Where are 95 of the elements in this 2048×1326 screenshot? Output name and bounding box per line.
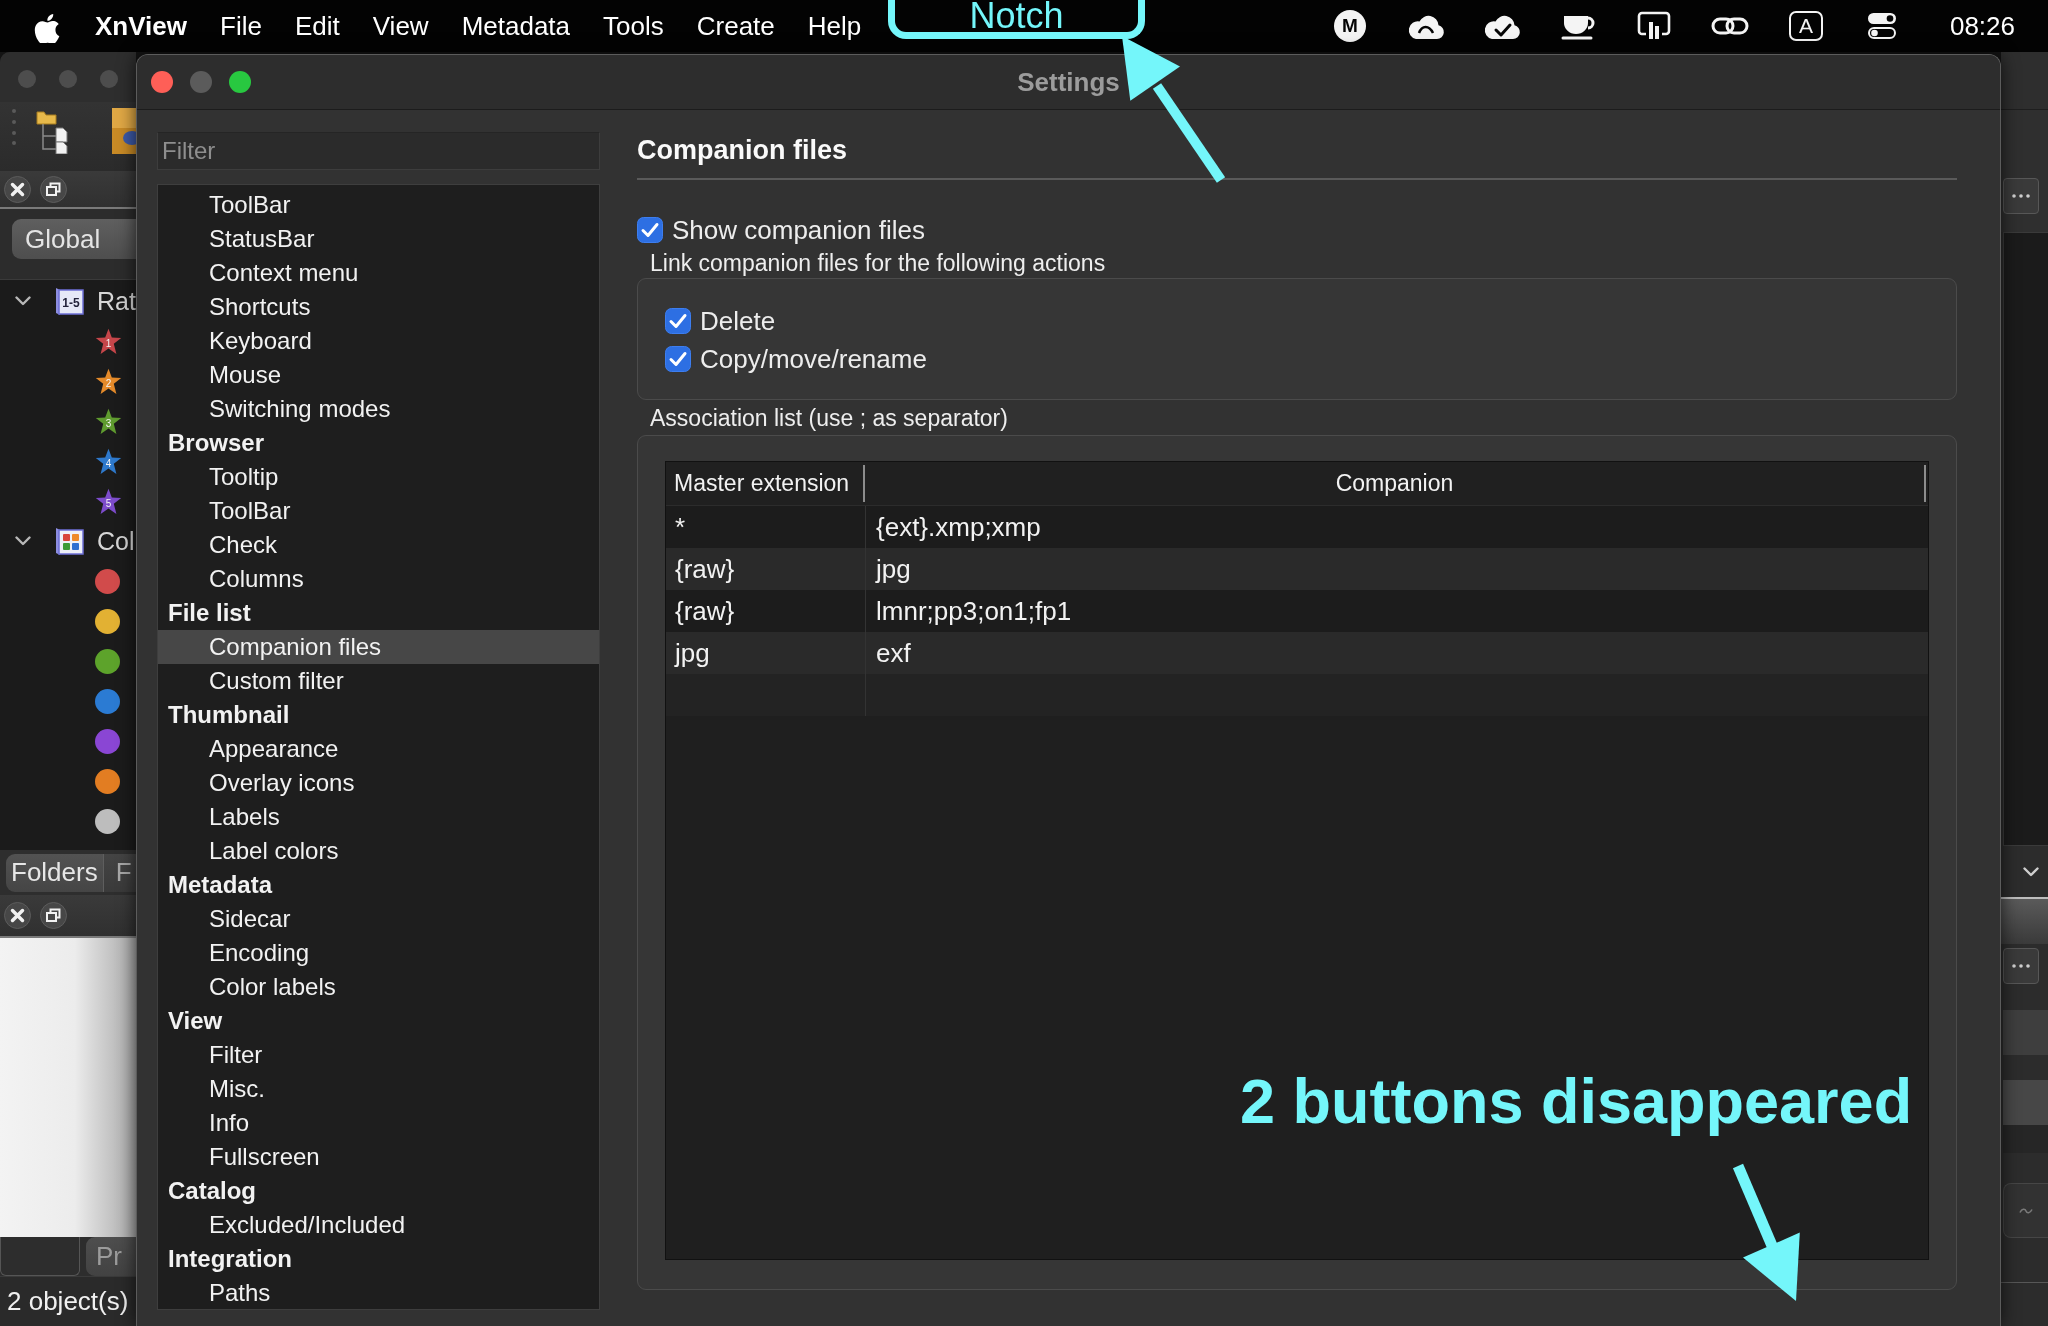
nav-item[interactable]: ToolBar xyxy=(158,188,599,222)
checkbox-option[interactable]: Copy/move/rename xyxy=(665,343,927,375)
menu-item[interactable]: Help xyxy=(792,6,877,46)
status-text: 2 object(s) xyxy=(7,1286,129,1317)
nav-item[interactable]: Shortcuts xyxy=(158,290,599,324)
nav-item[interactable]: Filter xyxy=(158,1038,599,1072)
image-icon[interactable] xyxy=(112,108,136,154)
nav-category[interactable]: View xyxy=(158,1004,599,1038)
nav-item[interactable]: Misc. xyxy=(158,1072,599,1106)
restore-icon[interactable] xyxy=(40,175,67,203)
nav-category[interactable]: Integration xyxy=(158,1242,599,1276)
checkbox[interactable] xyxy=(637,217,663,243)
nav-item[interactable]: Overlay icons xyxy=(158,766,599,800)
menu-item[interactable]: Metadata xyxy=(446,6,586,46)
nav-item[interactable]: Switching modes xyxy=(158,392,599,426)
restore-icon[interactable] xyxy=(40,902,67,929)
nav-item[interactable]: Fullscreen xyxy=(158,1140,599,1174)
letter-logo[interactable]: M xyxy=(1333,10,1366,42)
scope-tab[interactable]: Global xyxy=(12,219,136,259)
display-icon[interactable] xyxy=(1636,11,1671,41)
input-source-indicator[interactable]: A xyxy=(1788,11,1823,41)
panel-tab[interactable]: F xyxy=(103,853,136,892)
tree-label[interactable]: Rat xyxy=(97,286,136,316)
color-dot-icon[interactable] xyxy=(95,648,120,674)
panel-tab[interactable]: Folders xyxy=(6,853,104,892)
nav-item[interactable]: Color labels xyxy=(158,970,599,1004)
menu-item[interactable]: Edit xyxy=(279,6,355,46)
color-dot-icon[interactable] xyxy=(95,808,120,834)
grip-icon xyxy=(11,108,17,146)
nav-item[interactable]: Companion files xyxy=(158,630,599,664)
filter-field[interactable]: Filter xyxy=(157,132,600,170)
checkbox[interactable] xyxy=(665,346,691,372)
nav-item[interactable]: Info xyxy=(158,1106,599,1140)
nav-item[interactable]: Encoding xyxy=(158,936,599,970)
nav-item[interactable]: Mouse xyxy=(158,358,599,392)
nav-item[interactable]: Keyboard xyxy=(158,324,599,358)
menu-item[interactable]: View xyxy=(357,6,444,46)
star-icon[interactable]: 5 xyxy=(95,487,122,515)
nav-item[interactable]: StatusBar xyxy=(158,222,599,256)
star-icon[interactable]: 1 xyxy=(95,327,122,355)
checkbox[interactable] xyxy=(665,308,691,334)
nav-item[interactable]: Sidecar xyxy=(158,902,599,936)
nav-item[interactable]: Custom filter xyxy=(158,664,599,698)
color-dot-icon[interactable] xyxy=(95,768,120,794)
table-cell-text: exf xyxy=(875,636,912,670)
column-header[interactable]: Companion xyxy=(865,465,1926,502)
splitter-bar[interactable] xyxy=(2001,897,2048,944)
nav-item[interactable]: Appearance xyxy=(158,732,599,766)
tree-label[interactable]: Col xyxy=(97,526,135,556)
group-title: Association list (use ; as separator) xyxy=(649,404,1008,432)
nav-item[interactable]: Context menu xyxy=(158,256,599,290)
more-icon xyxy=(2012,964,2030,968)
color-dot-icon[interactable] xyxy=(95,608,120,634)
nav-category[interactable]: Catalog xyxy=(158,1174,599,1208)
nav-item[interactable]: Label colors xyxy=(158,834,599,868)
page-heading: Companion files xyxy=(637,134,848,167)
checkbox-option[interactable]: Delete xyxy=(665,305,776,337)
nav-item[interactable]: Tooltip xyxy=(158,460,599,494)
star-icon[interactable]: 4 xyxy=(95,447,122,475)
color-dot-icon[interactable] xyxy=(95,728,120,754)
nav-category[interactable]: Browser xyxy=(158,426,599,460)
menu-item[interactable]: Create xyxy=(681,6,790,46)
app-menu[interactable]: XnView xyxy=(80,6,202,46)
nav-category[interactable]: Thumbnail xyxy=(158,698,599,732)
chevron-icon[interactable] xyxy=(2023,866,2039,877)
more-button[interactable] xyxy=(2003,948,2039,984)
nav-category[interactable]: Metadata xyxy=(158,868,599,902)
group-title: Link companion files for the following actions xyxy=(649,249,1106,277)
close-button[interactable] xyxy=(151,71,173,93)
tilde-icon xyxy=(2019,1207,2033,1214)
menu-item[interactable]: File xyxy=(205,6,277,46)
color-dot-icon[interactable] xyxy=(95,568,120,594)
close-icon[interactable] xyxy=(4,175,31,203)
nav-item[interactable]: Excluded/Included xyxy=(158,1208,599,1242)
more-button[interactable] xyxy=(2003,178,2039,214)
nav-item[interactable]: ToolBar xyxy=(158,494,599,528)
table-cell-text: jpg xyxy=(874,552,912,586)
column-header[interactable]: Master extension xyxy=(666,465,865,502)
window-title: Settings xyxy=(1017,66,1120,98)
nav-item[interactable]: Labels xyxy=(158,800,599,834)
more-icon xyxy=(2012,194,2030,198)
color-dot-icon[interactable] xyxy=(95,688,120,714)
zoom-button[interactable] xyxy=(229,71,251,93)
table-cell-text: lmnr;pp3;on1;fp1 xyxy=(875,594,1073,628)
toggles-icon[interactable] xyxy=(1866,12,1897,40)
annotation-text: Notch xyxy=(969,0,1064,32)
nav-item[interactable]: Check xyxy=(158,528,599,562)
menu-clock[interactable]: 08:26 xyxy=(1949,10,2015,42)
close-icon[interactable] xyxy=(4,902,31,929)
checkbox-option[interactable]: Show companion files xyxy=(637,214,925,246)
table-cell-text: {ext}.xmp;xmp xyxy=(875,510,1042,544)
nav-item[interactable]: Columns xyxy=(158,562,599,596)
menu-item[interactable]: Tools xyxy=(588,6,679,46)
nav-category[interactable]: File list xyxy=(158,596,599,630)
nav-item[interactable]: Paths xyxy=(158,1276,599,1309)
